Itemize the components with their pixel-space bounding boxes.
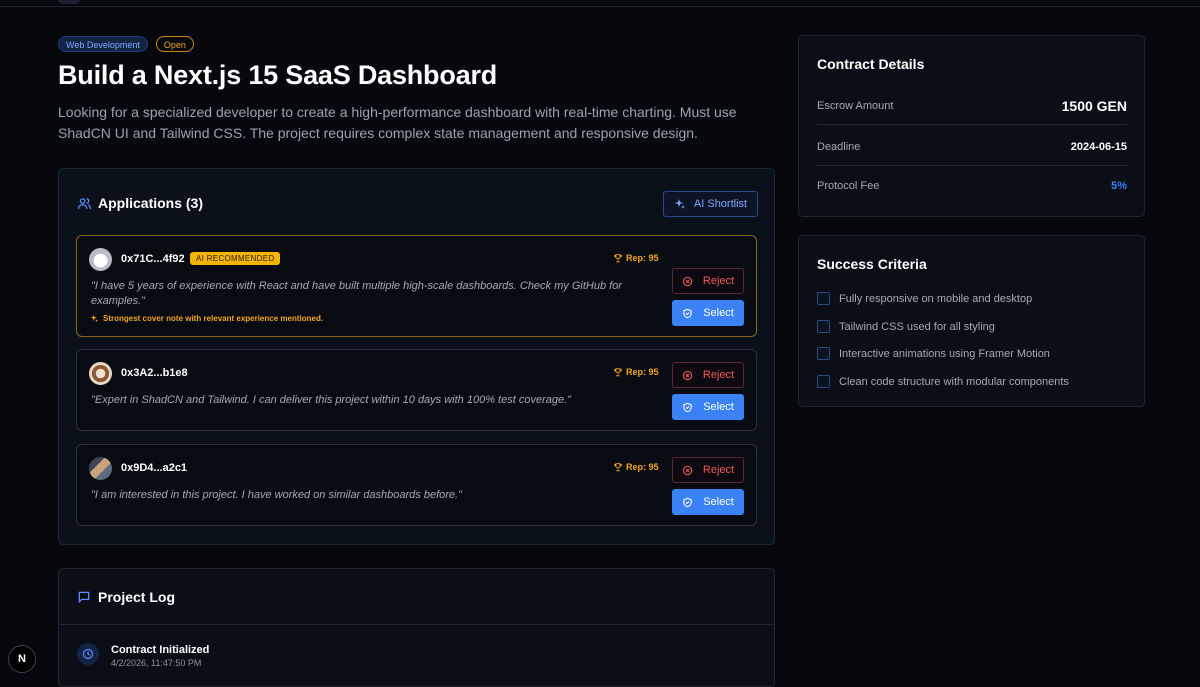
shield-check-icon bbox=[683, 402, 692, 412]
job-badges: Web Development Open bbox=[58, 36, 194, 52]
contract-details-title: Contract Details bbox=[817, 56, 925, 72]
rep-label: Rep: 95 bbox=[626, 462, 659, 472]
ai-recommended-badge: AI RECOMMENDED bbox=[190, 252, 281, 265]
applications-header: Applications (3) bbox=[77, 195, 203, 211]
avatar bbox=[89, 457, 112, 480]
cover-note: "Expert in ShadCN and Tailwind. I can de… bbox=[91, 394, 572, 406]
project-log-card: Project Log Contract Initialized 4/2/202… bbox=[58, 568, 775, 687]
nav-stub bbox=[58, 0, 80, 4]
criteria-item[interactable]: Fully responsive on mobile and desktop bbox=[817, 292, 1032, 305]
application-card: 0x3A2...b1e8 Rep: 95 "Expert in ShadCN a… bbox=[76, 349, 757, 431]
ai-hint-text: Strongest cover note with relevant exper… bbox=[103, 314, 324, 323]
divider bbox=[59, 624, 774, 625]
log-entry-time: 4/2/2026, 11:47:50 PM bbox=[111, 658, 202, 668]
checkbox[interactable] bbox=[817, 347, 830, 360]
log-entry-title: Contract Initialized bbox=[111, 644, 210, 656]
contract-details-card: Contract Details Escrow Amount 1500 GEN … bbox=[798, 35, 1145, 217]
trophy-icon bbox=[614, 463, 622, 472]
shield-check-icon bbox=[683, 308, 692, 318]
shield-check-icon bbox=[683, 497, 692, 507]
reject-button[interactable]: Reject bbox=[672, 457, 744, 483]
cover-note: "I have 5 years of experience with React… bbox=[91, 280, 622, 307]
deadline-row: Deadline 2024-06-15 bbox=[817, 128, 1127, 166]
sparkles-icon bbox=[90, 314, 99, 323]
criteria-text: Tailwind CSS used for all styling bbox=[839, 320, 995, 333]
x-circle-icon bbox=[682, 276, 693, 286]
select-button[interactable]: Select bbox=[672, 489, 744, 515]
deadline-label: Deadline bbox=[817, 140, 861, 153]
status-badge: Open bbox=[155, 36, 194, 52]
applicant-address[interactable]: 0x3A2...b1e8 bbox=[121, 367, 188, 379]
rep-label: Rep: 95 bbox=[626, 367, 659, 377]
reject-label: Reject bbox=[702, 464, 735, 476]
reputation-score: Rep: 95 bbox=[613, 253, 659, 263]
checkbox[interactable] bbox=[817, 292, 830, 305]
select-label: Select bbox=[703, 307, 734, 319]
trophy-icon bbox=[614, 368, 622, 377]
applications-title: Applications (3) bbox=[98, 195, 204, 211]
criteria-text: Clean code structure with modular compon… bbox=[839, 375, 1069, 388]
applications-card: Applications (3) AI Shortlist 0x71C...4f… bbox=[58, 168, 775, 545]
fee-row: Protocol Fee 5% bbox=[817, 167, 1127, 205]
ai-hint: Strongest cover note with relevant exper… bbox=[90, 314, 323, 323]
job-description: Looking for a specialized developer to c… bbox=[58, 104, 737, 141]
page-title: Build a Next.js 15 SaaS Dashboard bbox=[58, 60, 498, 90]
project-log-title: Project Log bbox=[98, 589, 176, 605]
escrow-label: Escrow Amount bbox=[817, 99, 894, 112]
select-button[interactable]: Select bbox=[672, 300, 744, 326]
select-button[interactable]: Select bbox=[672, 394, 744, 420]
select-label: Select bbox=[703, 496, 734, 508]
criteria-text: Fully responsive on mobile and desktop bbox=[839, 292, 1033, 305]
avatar bbox=[89, 362, 112, 385]
rep-label: Rep: 95 bbox=[626, 253, 659, 263]
applicant-address[interactable]: 0x9D4...a2c1 bbox=[121, 462, 187, 474]
top-nav-bar bbox=[0, 0, 1200, 7]
x-circle-icon bbox=[682, 465, 693, 475]
fee-value: 5% bbox=[1111, 180, 1127, 192]
reject-label: Reject bbox=[702, 369, 735, 381]
nextjs-dev-badge[interactable]: N bbox=[8, 645, 36, 673]
success-criteria-card: Success Criteria Fully responsive on mob… bbox=[798, 235, 1145, 407]
escrow-value: 1500 GEN bbox=[1061, 97, 1127, 114]
success-criteria-title: Success Criteria bbox=[817, 256, 927, 272]
checkbox[interactable] bbox=[817, 375, 830, 388]
category-badge: Web Development bbox=[58, 36, 148, 52]
deadline-value: 2024-06-15 bbox=[1070, 140, 1127, 153]
application-card: 0x71C...4f92 AI RECOMMENDED Rep: 95 "I h… bbox=[76, 235, 757, 337]
reputation-score: Rep: 95 bbox=[613, 462, 659, 472]
reject-button[interactable]: Reject bbox=[672, 268, 744, 294]
criteria-text: Interactive animations using Framer Moti… bbox=[839, 347, 1050, 360]
sparkles-icon bbox=[674, 199, 685, 209]
select-label: Select bbox=[703, 401, 734, 413]
ai-shortlist-button[interactable]: AI Shortlist bbox=[663, 191, 758, 217]
users-icon bbox=[77, 197, 92, 209]
trophy-icon bbox=[614, 254, 622, 263]
ai-shortlist-label: AI Shortlist bbox=[693, 198, 748, 210]
criteria-item[interactable]: Clean code structure with modular compon… bbox=[817, 375, 1069, 388]
log-entry-icon bbox=[77, 643, 99, 665]
clock-icon bbox=[82, 648, 94, 660]
reputation-score: Rep: 95 bbox=[613, 367, 659, 377]
fee-label: Protocol Fee bbox=[817, 180, 880, 192]
applicant-address[interactable]: 0x71C...4f92 bbox=[121, 253, 185, 265]
reject-label: Reject bbox=[702, 275, 735, 287]
avatar bbox=[89, 248, 112, 271]
criteria-item[interactable]: Tailwind CSS used for all styling bbox=[817, 320, 995, 333]
message-square-icon bbox=[78, 591, 90, 604]
project-log-header: Project Log bbox=[77, 589, 175, 605]
escrow-row: Escrow Amount 1500 GEN bbox=[817, 87, 1127, 125]
cover-note: "I am interested in this project. I have… bbox=[91, 489, 462, 501]
checkbox[interactable] bbox=[817, 320, 830, 333]
criteria-item[interactable]: Interactive animations using Framer Moti… bbox=[817, 347, 1050, 360]
reject-button[interactable]: Reject bbox=[672, 362, 744, 388]
application-card: 0x9D4...a2c1 Rep: 95 "I am interested in… bbox=[76, 444, 757, 526]
x-circle-icon bbox=[682, 370, 693, 380]
